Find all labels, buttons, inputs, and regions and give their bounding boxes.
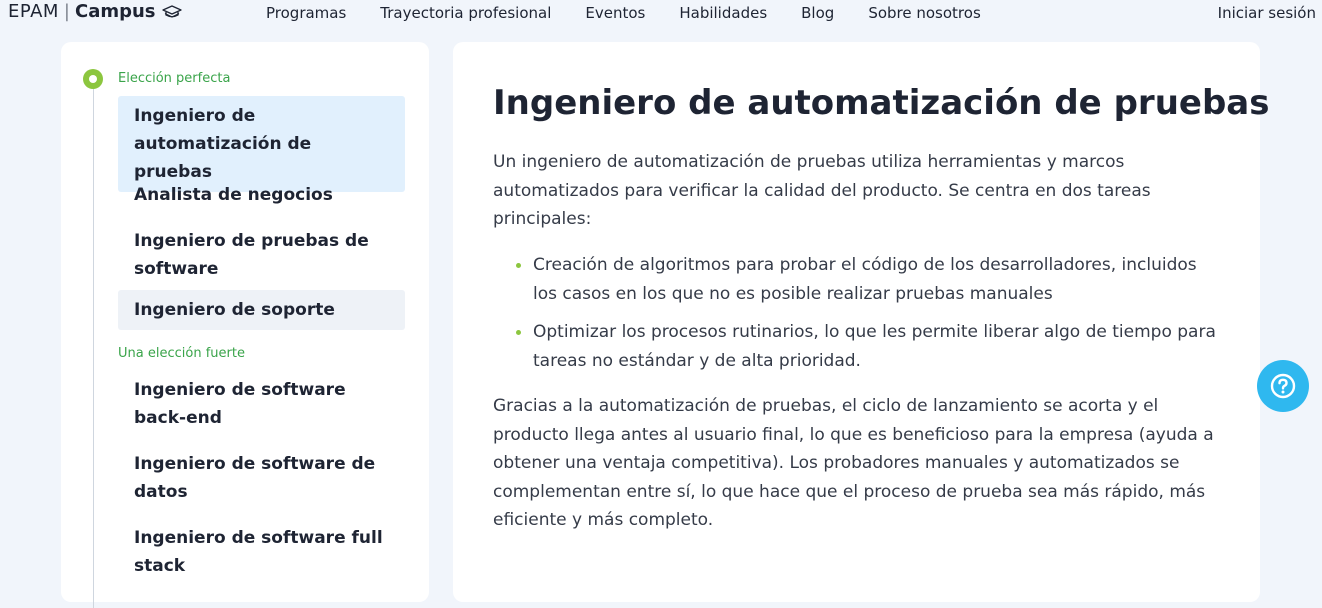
sidebar-item-label: Ingeniero de software back-end (134, 380, 346, 428)
sidebar-item-label: Ingeniero de software full stack (134, 528, 383, 576)
timeline-line (93, 88, 94, 608)
logo-separator: | (63, 1, 70, 22)
nav-habilidades[interactable]: Habilidades (679, 3, 767, 23)
logo-product: Campus (75, 1, 156, 22)
sidebar-item-backend-engineer[interactable]: Ingeniero de software back-end (118, 370, 405, 438)
career-detail-card: Ingeniero de automatización de pruebas U… (453, 42, 1269, 602)
top-header: EPAM | Campus Programas Trayectoria prof… (0, 0, 1322, 26)
nav-blog[interactable]: Blog (801, 3, 834, 23)
sidebar-item-business-analyst[interactable]: Analista de negocios (118, 175, 405, 215)
bullet-dot-icon (516, 263, 521, 268)
page-title: Ingeniero de automatización de pruebas (493, 83, 1270, 123)
nav-trayectoria-profesional[interactable]: Trayectoria profesional (380, 3, 551, 23)
sidebar-item-fullstack-engineer[interactable]: Ingeniero de software full stack (118, 518, 405, 586)
sidebar-item-software-test-engineer[interactable]: Ingeniero de pruebas de software (118, 221, 405, 289)
sidebar-item-label: Ingeniero de automatización de pruebas (134, 106, 312, 182)
graduation-cap-icon (161, 4, 182, 20)
list-item: Optimizar los procesos rutinarios, lo qu… (493, 318, 1223, 375)
group-label-perfect-choice: Elección perfecta (118, 71, 231, 86)
help-button[interactable] (1257, 360, 1309, 412)
bullet-dot-icon (516, 330, 521, 335)
sidebar-item-data-engineer[interactable]: Ingeniero de software de datos (118, 444, 405, 512)
signin-link[interactable]: Iniciar sesión (1218, 3, 1316, 23)
main-nav: Programas Trayectoria profesional Evento… (266, 3, 981, 23)
task-list: Creación de algoritmos para probar el có… (493, 251, 1223, 385)
nav-eventos[interactable]: Eventos (585, 3, 645, 23)
sidebar-item-label: Ingeniero de soporte (134, 300, 335, 320)
logo-brand: EPAM (8, 1, 59, 22)
list-item-text: Optimizar los procesos rutinarios, lo qu… (533, 322, 1216, 371)
timeline-dot-icon (83, 69, 103, 89)
group-label-strong-choice: Una elección fuerte (118, 346, 245, 361)
sidebar-item-label: Analista de negocios (134, 185, 333, 205)
question-mark-icon (1269, 372, 1297, 400)
epam-campus-logo[interactable]: EPAM | Campus (8, 1, 182, 23)
intro-paragraph: Un ingeniero de automatización de prueba… (493, 152, 1151, 229)
list-item-text: Creación de algoritmos para probar el có… (533, 255, 1197, 304)
closing-paragraph: Gracias a la automatización de pruebas, … (493, 396, 1214, 530)
sidebar-item-label: Ingeniero de software de datos (134, 454, 376, 502)
sidebar-item-label: Ingeniero de pruebas de software (134, 231, 369, 279)
nav-programas[interactable]: Programas (266, 3, 346, 23)
list-item: Creación de algoritmos para probar el có… (493, 251, 1223, 308)
sidebar-item-support-engineer[interactable]: Ingeniero de soporte (118, 290, 405, 330)
career-sidebar: Elección perfecta Ingeniero de automatiz… (61, 42, 429, 608)
nav-sobre-nosotros[interactable]: Sobre nosotros (868, 3, 980, 23)
